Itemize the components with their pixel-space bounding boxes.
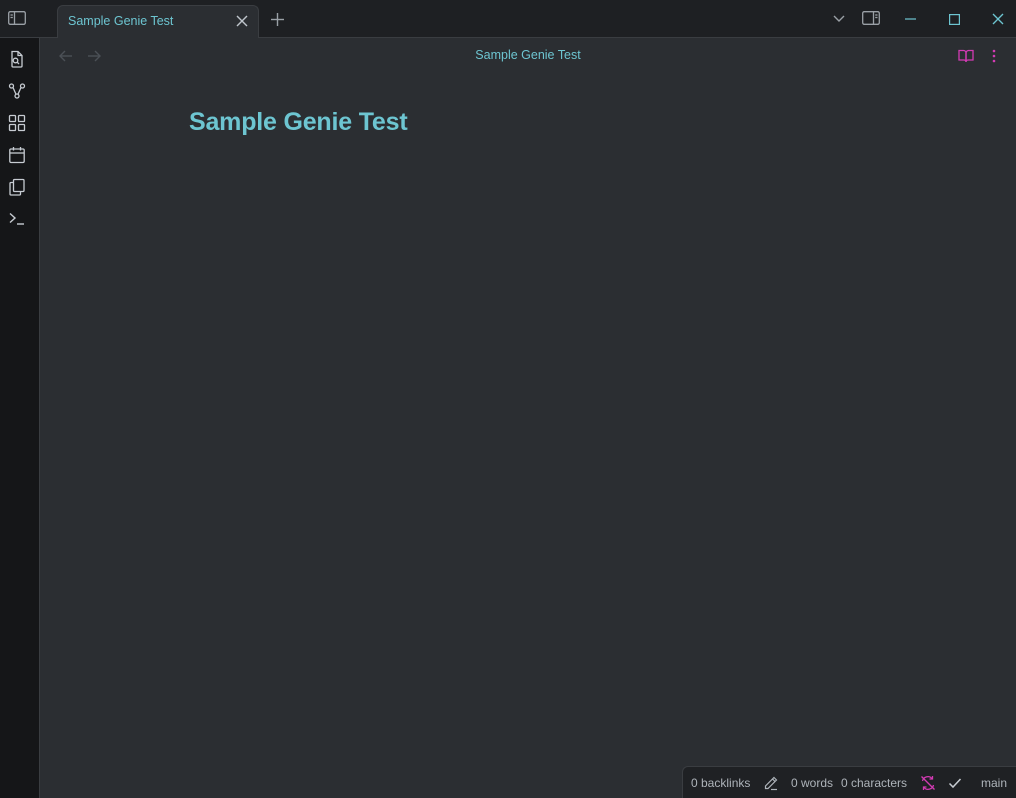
tab-label: Sample Genie Test xyxy=(68,14,174,28)
sidebar-toggle-icon[interactable] xyxy=(8,10,26,26)
calendar-icon[interactable] xyxy=(8,146,28,166)
check-icon[interactable] xyxy=(947,775,963,791)
note-view: Sample Genie Test Sample Genie Test xyxy=(40,38,1016,798)
more-options-icon[interactable] xyxy=(986,48,1002,64)
view-header: Sample Genie Test xyxy=(40,38,1016,74)
git-branch-label[interactable]: main xyxy=(981,776,1007,790)
sync-off-icon[interactable] xyxy=(920,775,936,791)
copy-icon[interactable] xyxy=(8,178,28,198)
minimize-icon[interactable] xyxy=(902,11,918,27)
graph-icon[interactable] xyxy=(8,82,28,102)
new-tab-plus-icon[interactable] xyxy=(268,11,286,27)
note-heading[interactable]: Sample Genie Test xyxy=(189,108,408,137)
reading-view-book-icon[interactable] xyxy=(958,48,974,64)
status-bar: 0 backlinks 0 words 0 characters main xyxy=(682,766,1016,798)
tab-sample-genie-test[interactable]: Sample Genie Test xyxy=(57,5,259,38)
left-ribbon xyxy=(0,38,40,798)
pencil-icon[interactable] xyxy=(763,775,779,791)
right-sidebar-icon[interactable] xyxy=(862,10,880,26)
title-bar: Sample Genie Test xyxy=(0,0,1016,38)
file-search-icon[interactable] xyxy=(8,50,28,70)
view-header-title[interactable]: Sample Genie Test xyxy=(40,48,1016,62)
layout-grid-icon[interactable] xyxy=(8,114,28,134)
maximize-icon[interactable] xyxy=(946,11,962,27)
character-count: 0 characters xyxy=(841,776,908,790)
close-window-icon[interactable] xyxy=(990,11,1006,27)
chevron-down-icon[interactable] xyxy=(831,11,847,27)
word-count: 0 words xyxy=(791,776,834,790)
backlinks-count[interactable]: 0 backlinks xyxy=(691,776,750,790)
close-icon[interactable] xyxy=(234,13,250,29)
terminal-icon[interactable] xyxy=(8,210,28,230)
